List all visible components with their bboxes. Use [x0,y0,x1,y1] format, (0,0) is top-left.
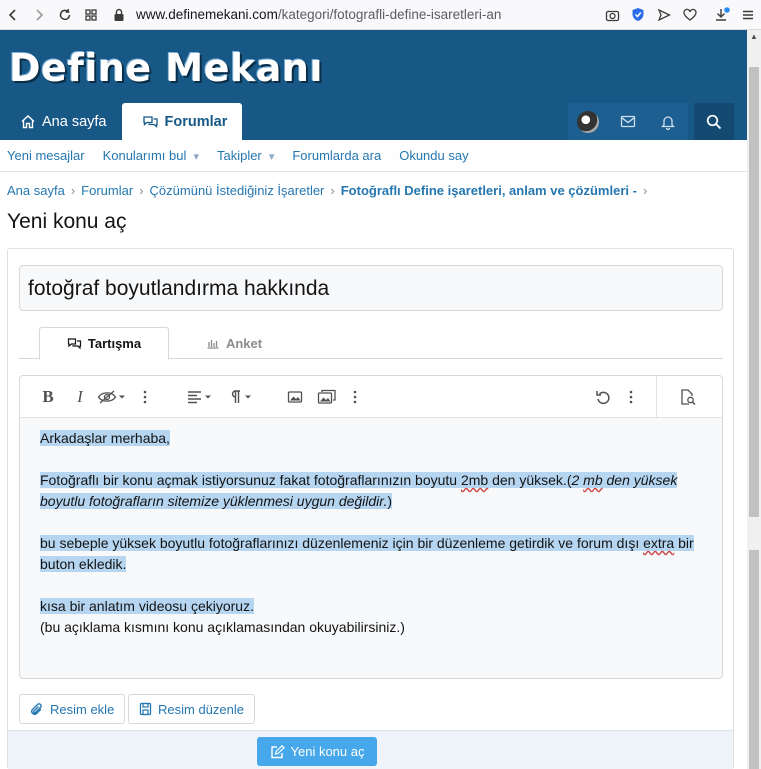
bar-chart-icon [207,340,219,349]
user-nav [568,103,734,140]
empty-line [40,575,700,596]
account-avatar-button[interactable] [568,103,608,140]
submit-label: Yeni konu aç [290,744,365,759]
home-icon [21,115,35,129]
chevron-right-icon: › [70,183,76,198]
submit-new-thread-button[interactable]: Yeni konu aç [257,737,377,766]
breadcrumb: Ana sayfa › Forumlar › Çözümünü İstediğiniz … [7,183,653,198]
envelope-icon [620,115,636,128]
nav-tab-forums-label: Forumlar [164,113,228,130]
undo-icon[interactable] [594,386,612,408]
inbox-button[interactable] [608,103,648,140]
more-vertical-icon[interactable] [626,386,636,408]
image-icon[interactable] [286,386,304,408]
preview-icon[interactable] [678,386,698,408]
address-bar[interactable]: www.definemekani.com/kategori/fotografli… [104,0,599,30]
body-line: Arkadaşlar merhaba, [40,430,170,446]
browser-toolbar: www.definemekani.com/kategori/fotografli… [0,0,761,30]
site-header: Define Mekanı Ana sayfa Forumlar [0,30,747,140]
italic-icon[interactable]: I [72,386,88,408]
breadcrumb-item[interactable]: Fotoğraflı Define işaretleri, anlam ve ç… [341,183,637,198]
main-nav: Ana sayfa Forumlar [0,103,243,140]
nav-tab-home[interactable]: Ana sayfa [0,103,122,140]
scrollbar-track-lower [749,550,759,769]
form-submit-row: Yeni konu aç [8,730,733,769]
new-thread-form: fotoğraf boyutlandırma hakkında Tartışma… [7,248,734,769]
body-line: (bu açıklama kısmını konu açıklamasından… [40,619,405,635]
attach-image-label: Resim ekle [50,701,115,717]
editor-content[interactable]: Arkadaşlar merhaba, ​ Fotoğraflı bir kon… [40,428,700,638]
alerts-button[interactable] [648,103,688,140]
more-vertical-icon[interactable] [140,386,150,408]
camera-icon[interactable] [599,0,625,30]
subnav-watched[interactable]: Takipler [217,148,274,163]
chevron-right-icon: › [642,183,648,198]
chevron-right-icon: › [139,183,144,198]
tab-discussion-label: Tartışma [87,336,142,351]
comments-icon [142,116,158,128]
tab-poll[interactable]: Anket [169,327,299,359]
menu-icon[interactable] [735,0,761,30]
bold-icon[interactable]: B [40,386,56,408]
bell-icon [661,115,675,130]
url-domain: www.definemekani.com [136,7,278,22]
body-line: kısa bir anlatım videosu çekiyoruz. [40,598,254,614]
toolbar-divider [656,376,657,418]
more-vertical-icon[interactable] [350,386,360,408]
breadcrumb-item[interactable]: Ana sayfa [7,183,65,198]
align-left-icon[interactable] [186,386,216,408]
attach-image-button[interactable]: Resim ekle [19,694,126,724]
gallery-icon[interactable] [316,386,338,408]
nav-tab-forums[interactable]: Forumlar [121,103,243,140]
paragraph-icon[interactable] [226,386,256,408]
breadcrumb-item[interactable]: Forumlar [81,183,133,198]
body-line: bu sebeple yüksek boyutlu fotoğraflarını… [40,535,694,572]
breadcrumb-item[interactable]: Çözümünü İstediğiniz İşaretler [150,183,325,198]
empty-line [40,512,700,533]
thread-title-input[interactable]: fotoğraf boyutlandırma hakkında [19,265,723,311]
search-icon [706,114,722,129]
scrollbar-thumb[interactable] [749,67,759,517]
edit-image-button[interactable]: Resim düzenle [128,694,255,724]
paperclip-icon [31,702,42,715]
download-icon[interactable] [709,0,735,30]
comments-icon [67,338,81,350]
url-path: /kategori/fotografli-define-isaretleri-a… [277,7,502,22]
tabs-grid-icon[interactable] [78,0,104,30]
heart-icon[interactable] [677,0,703,30]
reload-icon[interactable] [52,0,78,30]
chevron-right-icon: › [330,183,335,198]
edit-icon [270,744,285,758]
lock-icon [114,8,124,21]
page-scrollbar[interactable]: ▲ [747,30,761,769]
nav-tab-home-label: Ana sayfa [42,113,107,130]
hidden-content-icon[interactable] [96,386,128,408]
subnav-search-forums[interactable]: Forumlarda ara [292,148,381,163]
message-editor[interactable]: B I Arkadaşlar merhaba, Fotoğraflı bir k… [19,375,723,679]
body-line: Fotoğraflı bir konu açmak istiyorsunuz f… [40,472,678,509]
shield-icon[interactable] [625,0,651,30]
avatar [577,110,599,133]
save-icon [139,702,152,716]
scroll-up-icon[interactable]: ▲ [750,32,758,41]
tab-poll-label: Anket [225,335,263,351]
editor-toolbar: B I [20,376,722,418]
subnav-new-posts[interactable]: Yeni mesajlar [7,148,85,163]
subnav-mark-read[interactable]: Okundu say [399,148,468,163]
send-icon[interactable] [651,0,677,30]
back-icon[interactable] [0,0,26,30]
sub-nav: Yeni mesajlar Konularımı bul Takipler Fo… [0,140,747,172]
form-tabs: Tartışma Anket [19,327,723,360]
page-title: Yeni konu aç [7,210,127,233]
forward-icon[interactable] [26,0,52,30]
search-button[interactable] [694,103,734,140]
edit-image-label: Resim düzenle [158,701,244,717]
subnav-your-threads[interactable]: Konularımı bul [103,148,199,163]
tab-discussion[interactable]: Tartışma [39,327,169,360]
site-logo[interactable]: Define Mekanı [9,46,323,90]
